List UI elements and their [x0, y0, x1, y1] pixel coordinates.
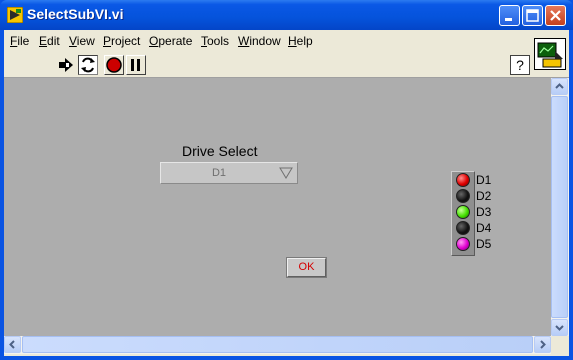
- menu-bar: File Edit View Project Operate Tools Win…: [4, 30, 569, 52]
- led-label-d1: D1: [476, 173, 492, 187]
- scroll-up-button[interactable]: [551, 78, 568, 95]
- pause-button[interactable]: [126, 55, 146, 75]
- vi-icon-graphic: [537, 42, 563, 68]
- led-d5[interactable]: [456, 237, 470, 251]
- menu-edit-rest: dit: [47, 34, 60, 48]
- menu-operate[interactable]: Operate: [149, 34, 192, 48]
- close-button[interactable]: [545, 5, 566, 26]
- vi-connector-icon[interactable]: [534, 38, 566, 70]
- menu-help-key: H: [288, 34, 297, 48]
- scroll-down-button[interactable]: [551, 319, 568, 336]
- application-window: SelectSubVI.vi File Edit View Project Op…: [0, 0, 573, 360]
- led-label-d3: D3: [476, 205, 492, 219]
- client-area: File Edit View Project Operate Tools Win…: [4, 30, 569, 356]
- menu-project-key: P: [103, 34, 112, 48]
- menu-view-key: V: [69, 34, 77, 48]
- led-d2[interactable]: [456, 189, 470, 203]
- menu-tools-rest: ools: [207, 34, 230, 48]
- abort-button[interactable]: [104, 55, 124, 75]
- menu-file[interactable]: File: [10, 34, 29, 48]
- minimize-icon: [505, 18, 512, 21]
- led-d4[interactable]: [456, 221, 470, 235]
- menu-window-rest: indow: [249, 34, 281, 48]
- drive-led-array: [451, 171, 475, 256]
- menu-operate-rest: perate: [158, 34, 193, 48]
- run-button[interactable]: [56, 55, 76, 75]
- vertical-scrollbar[interactable]: [551, 78, 569, 336]
- run-continuously-button[interactable]: [78, 55, 98, 75]
- menu-file-rest: ile: [17, 34, 30, 48]
- context-help-button[interactable]: ?: [510, 55, 530, 75]
- scroll-right-button[interactable]: [534, 336, 551, 353]
- maximize-icon: [526, 9, 539, 22]
- menu-operate-key: O: [149, 34, 159, 48]
- menu-view-rest: iew: [76, 34, 95, 48]
- scrollbar-corner: [551, 336, 569, 354]
- chevron-right-icon: [540, 340, 546, 349]
- dropdown-arrow-icon[interactable]: [279, 167, 293, 179]
- labview-vi-icon: [7, 7, 23, 23]
- maximize-button[interactable]: [522, 5, 543, 26]
- chevron-down-icon: [555, 325, 564, 331]
- led-d1[interactable]: [456, 173, 470, 187]
- menu-project[interactable]: Project: [103, 34, 140, 48]
- vertical-scroll-thumb[interactable]: [551, 96, 568, 318]
- led-label-d4: D4: [476, 221, 492, 235]
- horizontal-scroll-thumb[interactable]: [22, 336, 533, 353]
- led-d3[interactable]: [456, 205, 470, 219]
- menu-project-rest: roject: [111, 34, 141, 48]
- led-label-d2: D2: [476, 189, 492, 203]
- ok-button[interactable]: OK: [286, 257, 327, 278]
- menu-window[interactable]: Window: [238, 34, 281, 48]
- close-icon: [550, 10, 561, 21]
- window-title: SelectSubVI.vi: [27, 6, 124, 22]
- menu-window-key: W: [238, 34, 250, 48]
- scroll-left-button[interactable]: [4, 336, 21, 353]
- menu-help-rest: elp: [296, 34, 313, 48]
- abort-icon: [106, 57, 122, 73]
- drive-select-ring[interactable]: D1: [160, 162, 298, 184]
- horizontal-scrollbar[interactable]: [4, 336, 551, 354]
- chevron-up-icon: [555, 83, 564, 89]
- title-bar[interactable]: SelectSubVI.vi: [0, 0, 573, 30]
- menu-view[interactable]: View: [69, 34, 95, 48]
- menu-edit-key: E: [39, 34, 48, 48]
- menu-tools[interactable]: Tools: [201, 34, 229, 48]
- menu-help[interactable]: Help: [288, 34, 313, 48]
- drive-select-label: Drive Select: [182, 143, 258, 159]
- minimize-button[interactable]: [499, 5, 520, 26]
- run-arrow-icon: [59, 58, 73, 72]
- chevron-left-icon: [9, 340, 15, 349]
- toolbar: ?: [4, 52, 569, 78]
- menu-edit[interactable]: Edit: [39, 34, 60, 48]
- led-label-d5: D5: [476, 237, 492, 251]
- pause-icon: [131, 59, 140, 71]
- run-continuously-icon: [81, 57, 95, 73]
- front-panel: Drive Select D1 OK D1 D2 D3 D4 D5: [4, 78, 551, 336]
- drive-select-value: D1: [211, 167, 227, 179]
